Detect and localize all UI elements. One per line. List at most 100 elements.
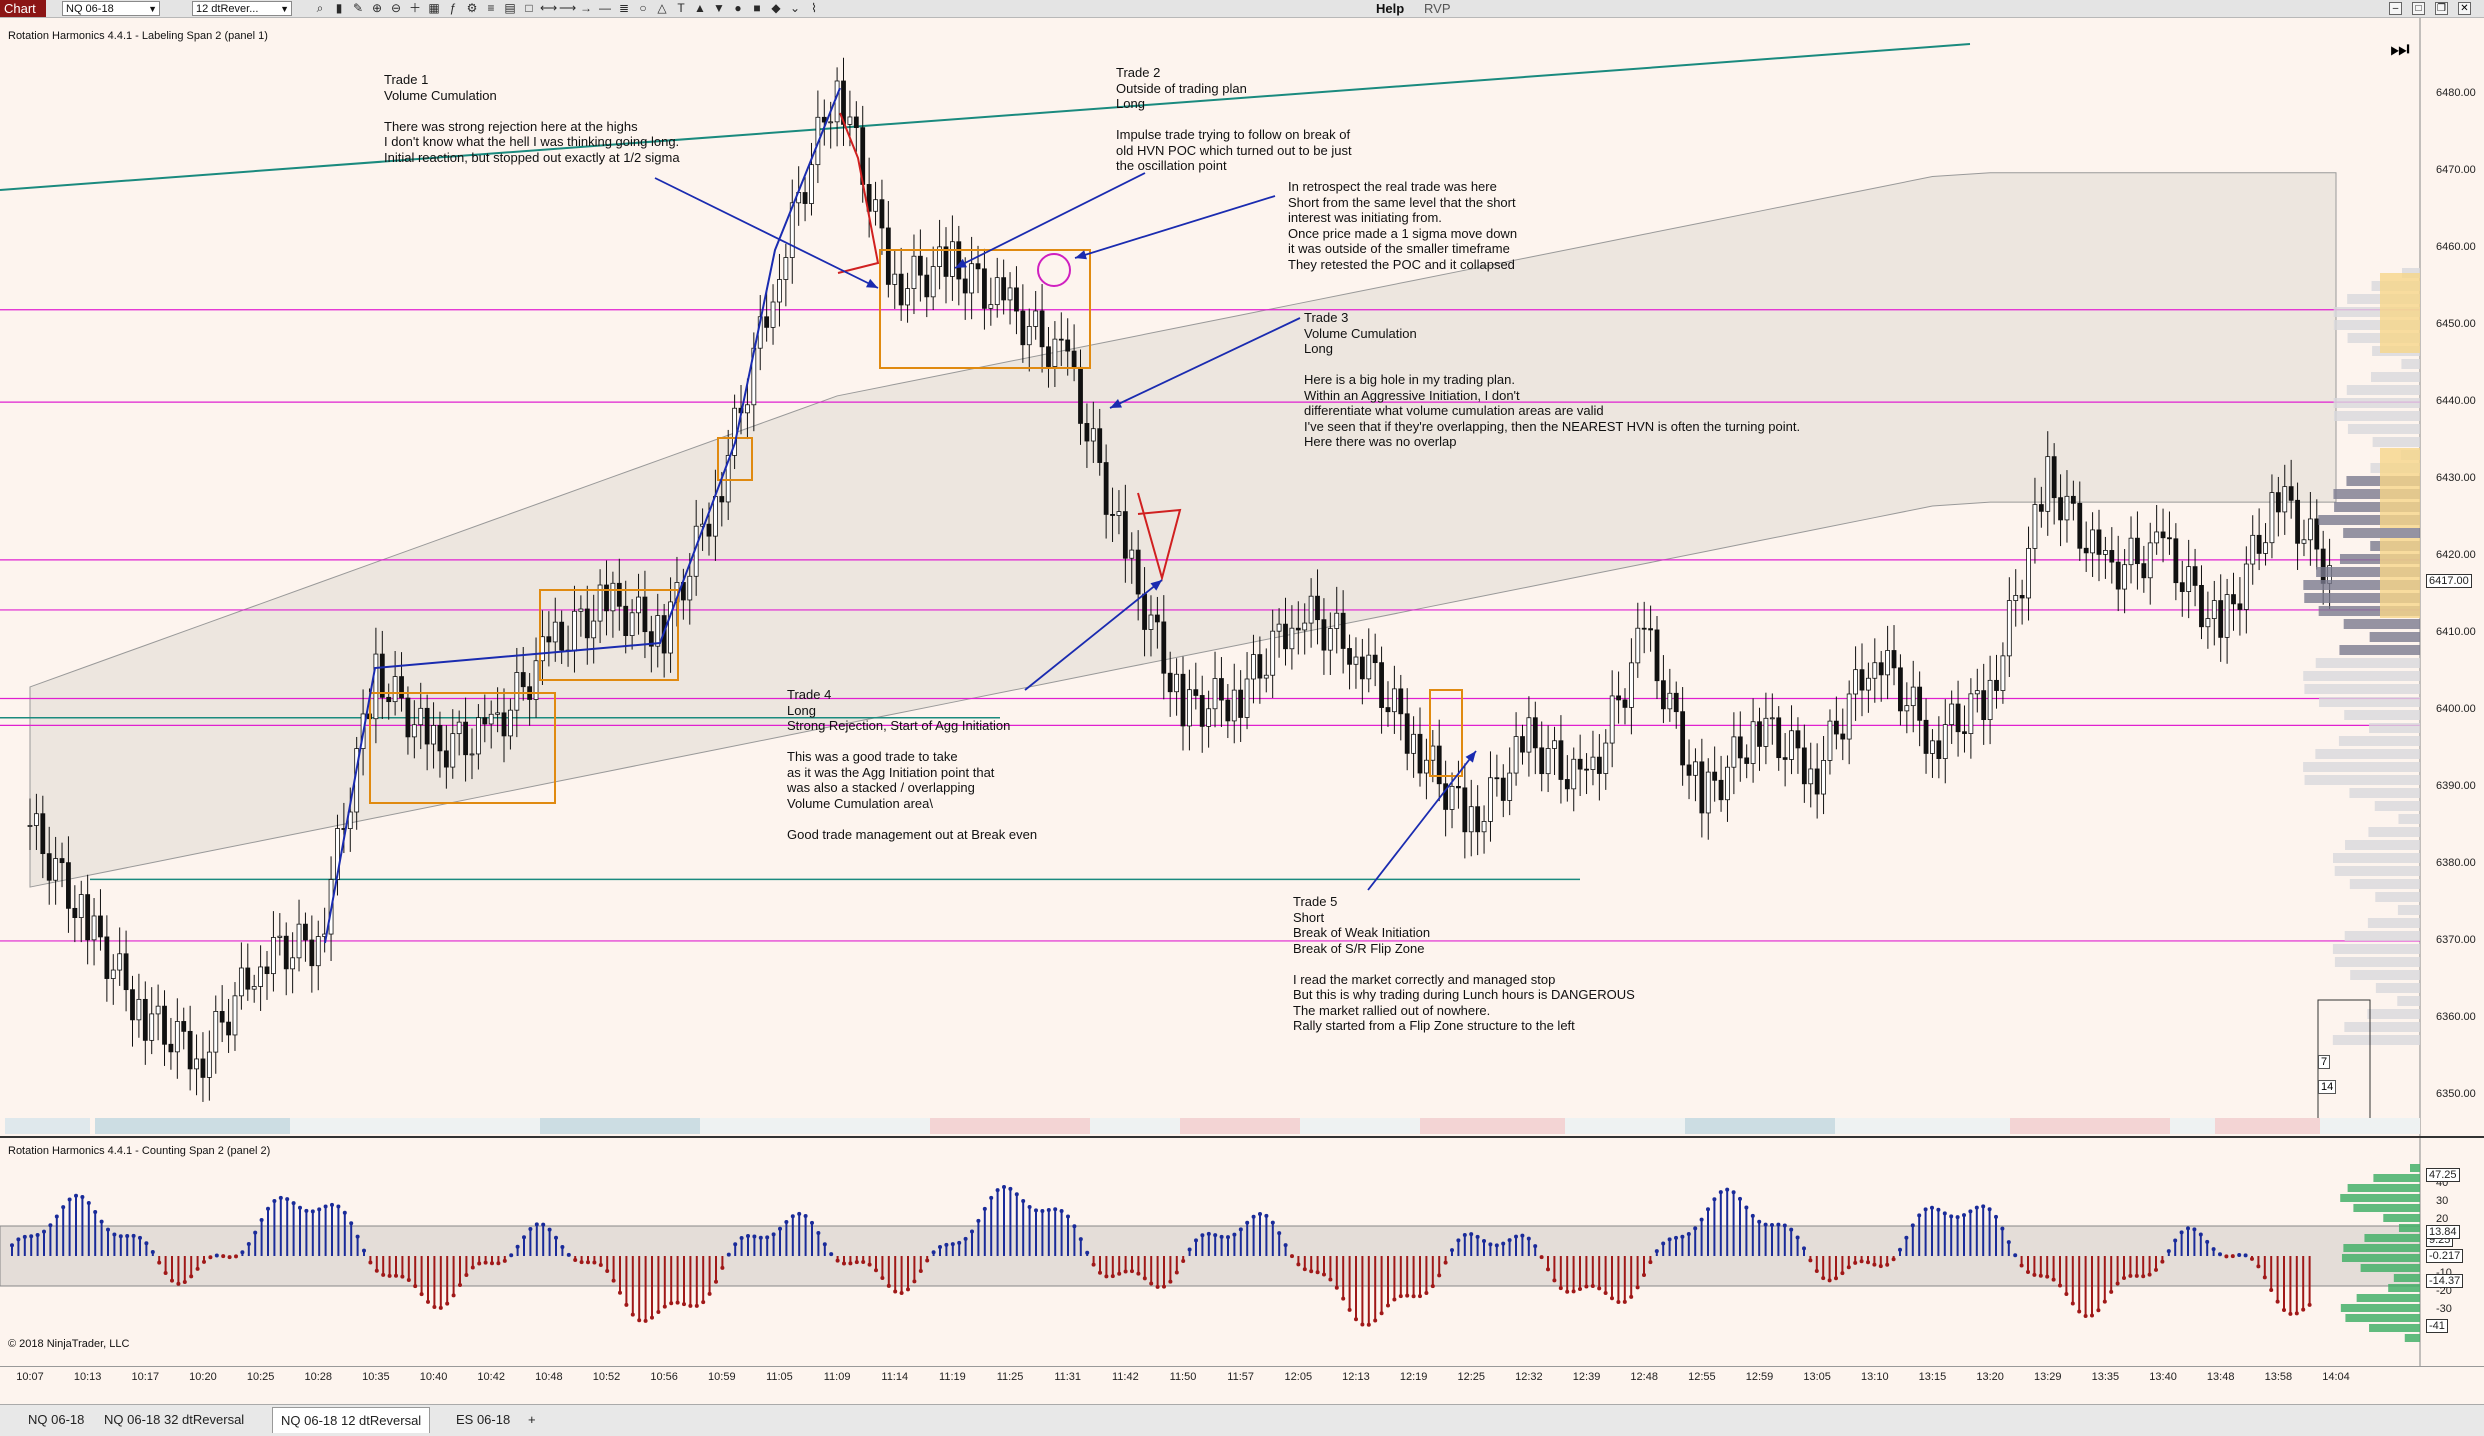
triangle-icon[interactable]: △ bbox=[654, 0, 670, 17]
ellipse-icon[interactable]: ○ bbox=[635, 0, 651, 17]
osc-dot bbox=[2000, 1226, 2005, 1231]
instrument-selector[interactable]: NQ 06-18 ▼ bbox=[62, 1, 160, 16]
candle-body bbox=[1859, 669, 1865, 691]
chevron-icon[interactable]: ⌄ bbox=[787, 0, 803, 17]
volume-profile-bar bbox=[2333, 398, 2420, 408]
price-panel[interactable]: Rotation Harmonics 4.4.1 - Labeling Span… bbox=[0, 18, 2484, 1138]
osc-dot bbox=[2154, 1267, 2158, 1272]
zoom-out-icon[interactable]: ⊖ bbox=[388, 0, 404, 17]
crosshair-icon[interactable]: ＋ bbox=[407, 0, 423, 17]
osc-dot bbox=[2173, 1238, 2178, 1243]
strategy-icon[interactable]: ⚙ bbox=[464, 0, 480, 17]
candle-body bbox=[1206, 708, 1212, 727]
help-menu[interactable]: Help bbox=[1376, 0, 1404, 17]
candle-body bbox=[1398, 688, 1404, 715]
time-tick-label: 13:10 bbox=[1861, 1371, 1889, 1383]
candle-body bbox=[1898, 667, 1903, 712]
horizontal-line-icon[interactable]: — bbox=[597, 0, 613, 17]
bar-chart-icon[interactable]: ▮ bbox=[331, 0, 347, 17]
osc-dot bbox=[445, 1301, 450, 1306]
osc-dot bbox=[1661, 1241, 1666, 1246]
osc-dot bbox=[1014, 1192, 1019, 1197]
tab-nq-12-dtreversal[interactable]: NQ 06-18 12 dtReversal bbox=[272, 1407, 431, 1433]
oscillator-chart[interactable] bbox=[0, 1138, 2484, 1366]
grid-icon[interactable]: ▤ bbox=[502, 0, 518, 17]
maximize-icon[interactable]: □ bbox=[2412, 2, 2425, 15]
indicator-icon[interactable]: ƒ bbox=[445, 0, 461, 17]
candle-body bbox=[142, 998, 148, 1041]
osc-dot bbox=[1066, 1214, 1070, 1219]
candle-body bbox=[540, 636, 545, 662]
pencil-icon[interactable]: ✎ bbox=[350, 0, 366, 17]
rvp-menu[interactable]: RVP bbox=[1424, 0, 1451, 17]
osc-dot bbox=[1456, 1238, 1461, 1243]
candle-body bbox=[463, 721, 468, 756]
osc-dot bbox=[1866, 1260, 1870, 1265]
text-icon[interactable]: T bbox=[673, 0, 689, 17]
search-icon[interactable]: ⌕ bbox=[312, 0, 328, 17]
tab-nq-06-18[interactable]: NQ 06-18 bbox=[20, 1407, 92, 1433]
candle-body bbox=[2096, 529, 2102, 555]
osc-dot bbox=[22, 1234, 27, 1239]
volume-profile-bar bbox=[2344, 710, 2420, 720]
tab-nq-32-dtreversal[interactable]: NQ 06-18 32 dtReversal bbox=[96, 1407, 252, 1433]
candle-body bbox=[1263, 674, 1269, 679]
osc-dot bbox=[1283, 1243, 1288, 1248]
osc-dot bbox=[1936, 1207, 1941, 1212]
zoom-in-icon[interactable]: ⊕ bbox=[369, 0, 385, 17]
scroll-end-icon[interactable]: ⏭ bbox=[2390, 36, 2410, 62]
candle-body bbox=[2013, 595, 2019, 601]
osc-dot bbox=[2186, 1226, 2190, 1231]
add-tab-button[interactable]: + bbox=[520, 1407, 544, 1433]
properties-icon[interactable]: ≡ bbox=[483, 0, 499, 17]
candle-body bbox=[1840, 733, 1846, 740]
candle-body bbox=[2154, 531, 2160, 544]
diamond-icon[interactable]: ◆ bbox=[768, 0, 784, 17]
oscillator-panel[interactable]: Rotation Harmonics 4.4.1 - Counting Span… bbox=[0, 1138, 2484, 1366]
restore-icon[interactable]: ❐ bbox=[2435, 2, 2448, 15]
osc-histogram bbox=[2383, 1214, 2420, 1222]
ruler-icon[interactable]: ⟷ bbox=[540, 0, 557, 17]
close-icon[interactable]: ✕ bbox=[2458, 2, 2471, 15]
dot-icon[interactable]: ● bbox=[730, 0, 746, 17]
price-chart[interactable] bbox=[0, 18, 2484, 1136]
candle-body bbox=[809, 164, 814, 204]
volume-profile-bar bbox=[2315, 749, 2420, 759]
fib-icon[interactable]: ≣ bbox=[616, 0, 632, 17]
osc-dot bbox=[1763, 1222, 1768, 1227]
candle-body bbox=[1705, 771, 1711, 814]
osc-dot bbox=[298, 1205, 302, 1210]
square-icon[interactable]: ■ bbox=[749, 0, 765, 17]
volume-profile-bar bbox=[2398, 814, 2420, 824]
tab-es-06-18[interactable]: ES 06-18 bbox=[448, 1407, 518, 1433]
candle-body bbox=[982, 268, 987, 309]
candle-body bbox=[443, 750, 449, 768]
candle-body bbox=[1084, 423, 1090, 442]
volume-profile-bar bbox=[2350, 970, 2420, 980]
volume-profile-bar bbox=[2332, 944, 2420, 954]
arrow-down-icon[interactable]: ▼ bbox=[711, 0, 727, 17]
candle-body bbox=[892, 273, 898, 285]
candle-body bbox=[2038, 504, 2044, 512]
osc-dot bbox=[1091, 1262, 1096, 1267]
bar-type-selector[interactable]: 12 dtRever... ▼ bbox=[192, 1, 292, 16]
candle-body bbox=[1968, 693, 1974, 734]
osc-dot bbox=[458, 1282, 462, 1287]
osc-dot bbox=[970, 1229, 974, 1234]
minimize-icon[interactable]: – bbox=[2389, 2, 2402, 15]
brush-icon[interactable]: ⌇ bbox=[806, 0, 822, 17]
osc-dot bbox=[387, 1273, 392, 1278]
osc-dot bbox=[266, 1206, 270, 1211]
candle-body bbox=[1539, 747, 1545, 775]
ray-icon[interactable]: → bbox=[578, 0, 594, 17]
time-tick-label: 13:05 bbox=[1803, 1371, 1831, 1383]
candle-body bbox=[616, 582, 622, 607]
data-box-icon[interactable]: ▦ bbox=[426, 0, 442, 17]
arrow-up-icon[interactable]: ▲ bbox=[692, 0, 708, 17]
osc-dot bbox=[2301, 1307, 2306, 1312]
candle-body bbox=[1552, 740, 1557, 749]
window-icon[interactable]: □ bbox=[521, 0, 537, 17]
arrow-line-icon[interactable]: ⟶ bbox=[559, 0, 576, 17]
osc-dot bbox=[579, 1260, 584, 1265]
candle-body bbox=[1981, 690, 1987, 721]
